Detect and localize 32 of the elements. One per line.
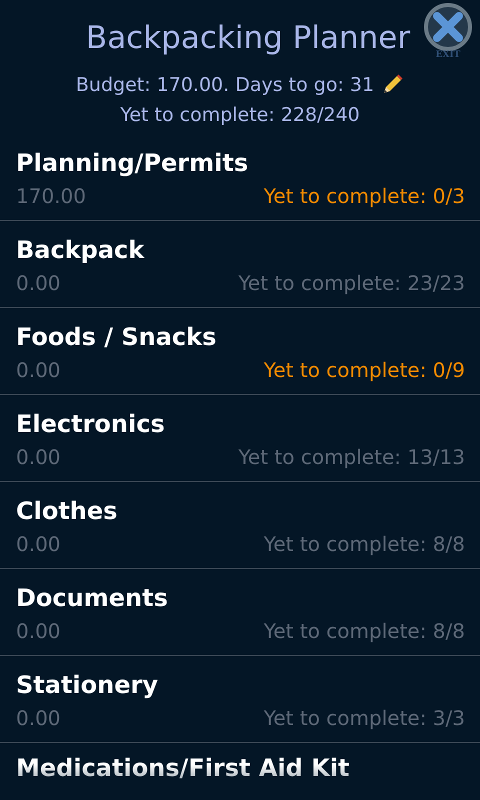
category-row[interactable]: Electronics 0.00 Yet to complete: 13/13 (0, 395, 480, 482)
category-amount: 0.00 (16, 619, 61, 643)
category-name: Backpack (16, 235, 146, 266)
app-title: Backpacking Planner (86, 19, 410, 58)
category-amount: 170.00 (16, 184, 86, 208)
category-amount: 0.00 (16, 706, 61, 730)
category-name: Electronics (16, 409, 166, 440)
category-row[interactable]: Clothes 0.00 Yet to complete: 8/8 (0, 482, 480, 569)
completion-status: Yet to complete: 8/8 (264, 532, 465, 556)
category-name: Stationery (16, 670, 159, 701)
category-name: Foods / Snacks (16, 322, 218, 353)
category-amount: 0.00 (16, 271, 61, 295)
category-name: Clothes (16, 496, 118, 527)
category-name: Planning/Permits (16, 148, 250, 179)
completion-status: Yet to complete: 13/13 (238, 445, 465, 469)
completion-status: Yet to complete: 3/3 (264, 706, 465, 730)
progress-summary: Yet to complete: 228/240 (120, 103, 360, 128)
category-row[interactable]: Foods / Snacks 0.00 Yet to complete: 0/9 (0, 308, 480, 395)
budget-summary: Budget: 170.00. Days to go: 31 (76, 73, 374, 98)
category-amount: 0.00 (16, 445, 61, 469)
completion-status: Yet to complete: 23/23 (238, 271, 465, 295)
category-row[interactable]: Planning/Permits 170.00 Yet to complete: 0/3 (0, 134, 480, 221)
completion-status: Yet to complete: 0/9 (264, 358, 465, 382)
completion-status: Yet to complete: 0/3 (264, 184, 465, 208)
category-name: Documents (16, 583, 169, 614)
completion-status: Yet to complete: 8/8 (264, 619, 465, 643)
category-amount: 0.00 (16, 532, 61, 556)
category-row[interactable]: Medications/First Aid Kit (0, 743, 480, 800)
category-row[interactable]: Documents 0.00 Yet to complete: 8/8 (0, 569, 480, 656)
category-row[interactable]: Backpack 0.00 Yet to complete: 23/23 (0, 221, 480, 308)
category-amount: 0.00 (16, 358, 61, 382)
category-row[interactable]: Stationery 0.00 Yet to complete: 3/3 (0, 656, 480, 743)
